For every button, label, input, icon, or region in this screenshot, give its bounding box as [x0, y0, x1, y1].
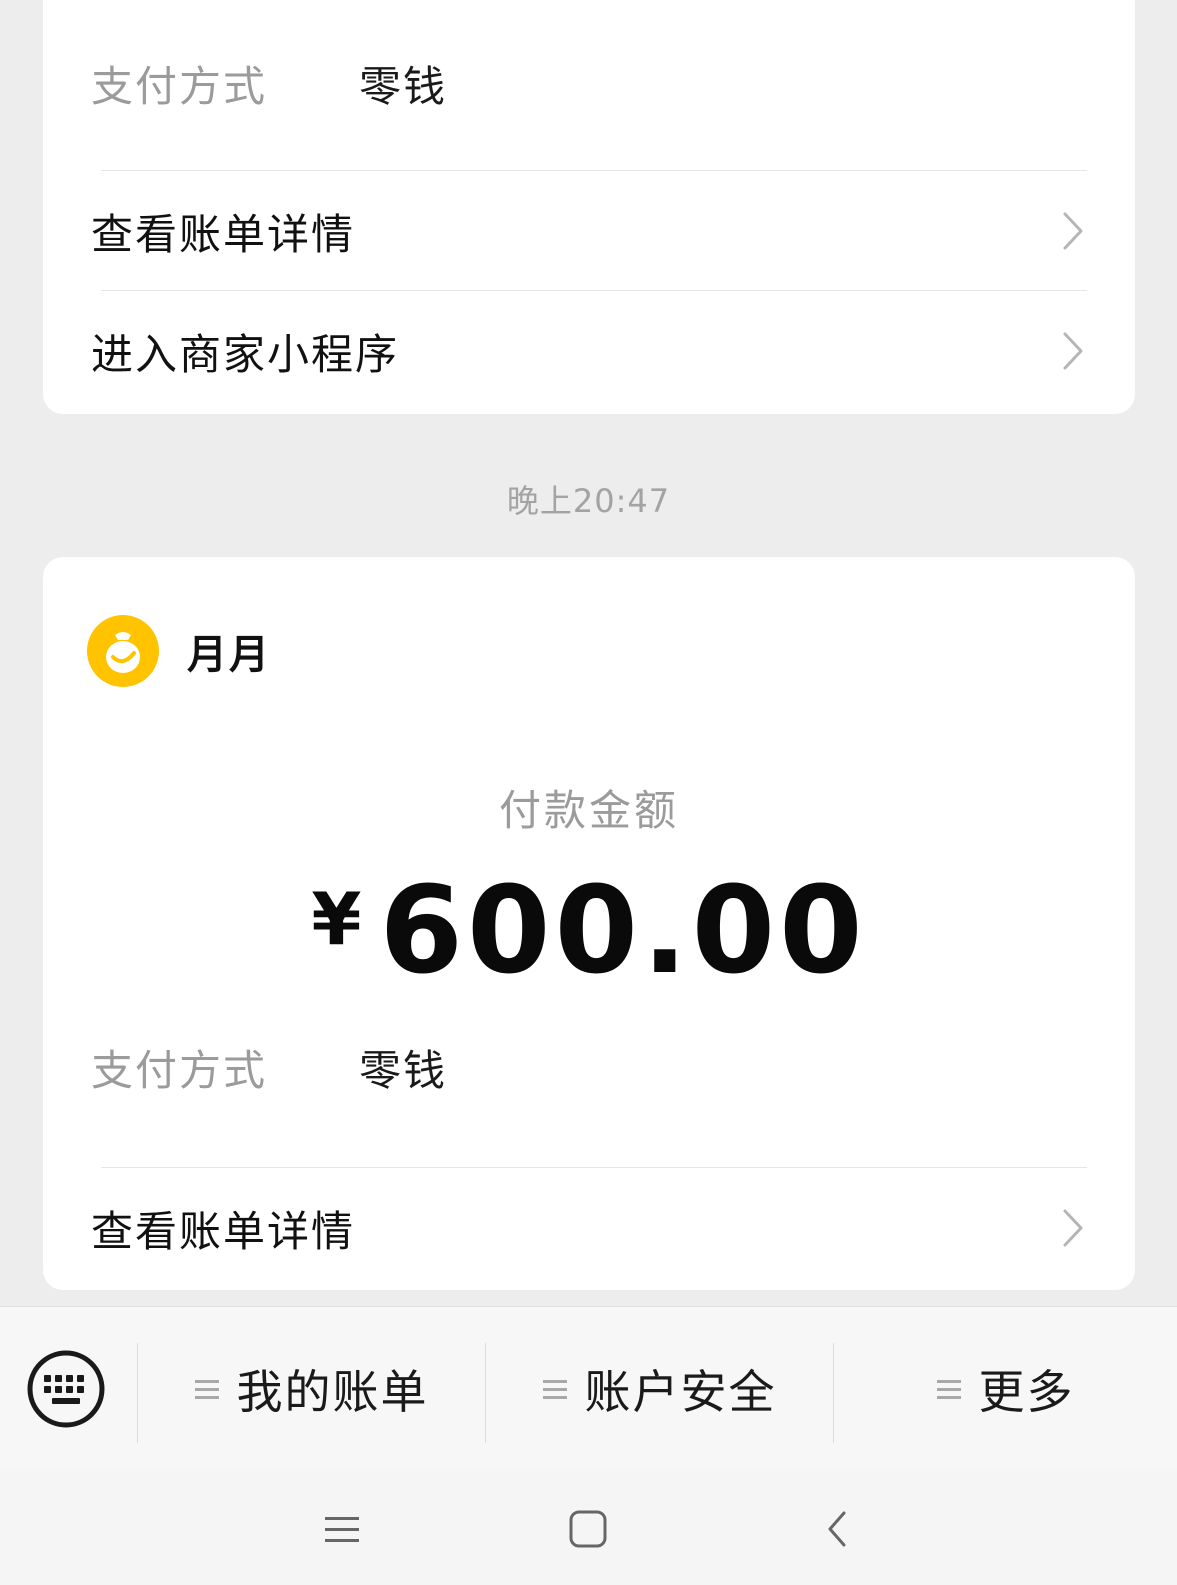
chevron-right-icon [1063, 212, 1083, 250]
payment-method-row: 支付方式 零钱 [91, 1037, 447, 1097]
system-navigation-bar [0, 1471, 1177, 1585]
merchant-header[interactable]: 月月 [87, 615, 271, 687]
hamburger-icon [542, 1380, 567, 1399]
view-bill-details-row[interactable]: 查看账单详情 [43, 1168, 1135, 1288]
menu-my-bills-label: 我的账单 [236, 1365, 429, 1419]
menu-account-security[interactable]: 账户安全 [486, 1307, 833, 1471]
amount-value: 600.00 [379, 862, 867, 1001]
enter-mini-program-label: 进入商家小程序 [91, 329, 400, 379]
menu-more[interactable]: 更多 [834, 1307, 1177, 1471]
menu-my-bills[interactable]: 我的账单 [138, 1307, 485, 1471]
hamburger-icon [936, 1380, 961, 1399]
chevron-right-icon [1063, 332, 1083, 370]
payment-amount: ¥600.00 [43, 862, 1135, 1001]
home-square-icon[interactable] [568, 1509, 608, 1549]
payment-method-row: 支付方式 零钱 [91, 53, 447, 113]
view-bill-details-label: 查看账单详情 [91, 209, 356, 259]
currency-symbol: ¥ [311, 877, 362, 961]
payment-method-value: 零钱 [359, 61, 448, 111]
hamburger-icon [194, 1380, 219, 1399]
message-timestamp: 晚上20:47 [506, 482, 671, 520]
payment-method-label: 支付方式 [91, 61, 268, 111]
view-bill-details-row[interactable]: 查看账单详情 [43, 171, 1135, 291]
keyboard-icon[interactable] [26, 1349, 106, 1429]
view-bill-details-label: 查看账单详情 [91, 1206, 356, 1256]
yellow-smile-bag-icon [87, 615, 159, 687]
amount-label: 付款金额 [498, 786, 679, 835]
current-bill-card[interactable]: 月月 付款金额 ¥600.00 支付方式 零钱 查看账单详情 [43, 557, 1135, 1290]
recent-apps-icon[interactable] [323, 1509, 363, 1549]
payment-method-label: 支付方式 [91, 1045, 268, 1095]
menu-more-label: 更多 [978, 1365, 1075, 1419]
back-arrow-icon[interactable] [818, 1509, 858, 1549]
chevron-right-icon [1063, 1209, 1083, 1247]
previous-bill-card: 支付方式 零钱 查看账单详情 进入商家小程序 [43, 0, 1135, 414]
service-menu-bar: 我的账单 账户安全 更多 [0, 1306, 1177, 1472]
merchant-name: 月月 [187, 632, 271, 678]
payment-method-value: 零钱 [359, 1045, 448, 1095]
enter-mini-program-row[interactable]: 进入商家小程序 [43, 291, 1135, 411]
menu-account-security-label: 账户安全 [584, 1365, 777, 1419]
